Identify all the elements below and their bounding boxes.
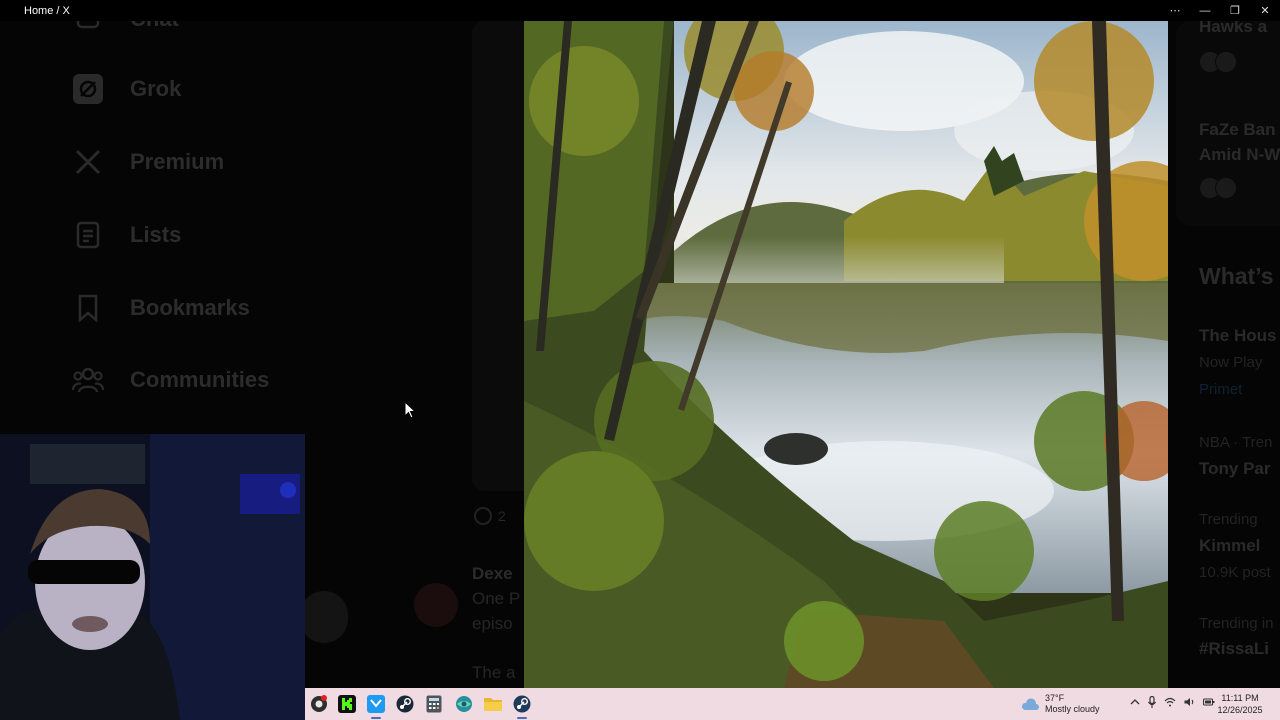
taskbar-clock[interactable]: 11:11 PM 12/26/2025 <box>1210 692 1270 716</box>
trend-category: NBA · Tren <box>1199 434 1273 451</box>
calculator-icon[interactable] <box>423 693 445 715</box>
kick-icon[interactable] <box>336 693 358 715</box>
chrome-icon[interactable] <box>308 693 330 715</box>
avatar-stack <box>1199 177 1237 199</box>
trend-title[interactable]: FaZe Ban <box>1199 120 1276 140</box>
trend-title[interactable]: Hawks a <box>1199 21 1267 37</box>
sidebar-item-label: Communities <box>130 367 270 392</box>
x-logo-icon <box>72 146 104 178</box>
minimize-button[interactable]: — <box>1190 0 1220 21</box>
trends-panel: Hawks a FaZe Ban Amid N-W What’s The Hou… <box>1176 21 1280 688</box>
weather-condition: Mostly cloudy <box>1045 704 1100 714</box>
restore-button[interactable]: ❐ <box>1220 0 1250 21</box>
sidebar-item-lists[interactable]: Lists <box>72 215 181 255</box>
trend-title[interactable]: The Hous <box>1199 326 1276 346</box>
post-author: Dexe <box>472 564 513 583</box>
trend-subtitle: Primet <box>1199 381 1243 398</box>
bookmark-icon <box>72 292 104 324</box>
sidebar-item-label: Grok <box>130 76 182 101</box>
volume-icon[interactable] <box>1184 697 1195 707</box>
weather-widget[interactable]: 37°F Mostly cloudy <box>1021 692 1100 716</box>
media-viewer-image[interactable] <box>524 21 1168 688</box>
post-button[interactable] <box>300 591 348 643</box>
list-icon <box>72 219 104 251</box>
trend-post-count: 10.9K post <box>1199 564 1271 581</box>
sidebar-item-communities[interactable]: Communities <box>72 360 269 400</box>
more-options-button[interactable]: ⋯ <box>1160 0 1190 21</box>
steam-icon[interactable] <box>394 693 416 715</box>
trend-title[interactable]: Kimmel <box>1199 536 1260 556</box>
windows-taskbar: 37°F Mostly cloudy 11:11 PM 12/26/2025 <box>305 688 1280 720</box>
trend-title[interactable]: Tony Par <box>1199 459 1270 479</box>
clock-date: 12/26/2025 <box>1217 705 1263 715</box>
trend-subtitle: Now Play <box>1199 354 1263 371</box>
sidebar-item-chat[interactable]: Chat <box>72 21 179 39</box>
sidebar-item-label: Bookmarks <box>130 295 250 320</box>
post-text-line: One P <box>472 589 521 608</box>
reply-icon[interactable] <box>474 507 492 525</box>
sidebar-item-label: Lists <box>130 222 182 247</box>
avatar-stack <box>1199 51 1237 73</box>
mouse-cursor-icon <box>404 401 416 419</box>
trend-title[interactable]: Amid N-W <box>1199 145 1280 165</box>
chat-icon <box>72 21 104 35</box>
wifi-icon[interactable] <box>1164 697 1176 707</box>
sidebar-item-premium[interactable]: Premium <box>72 142 224 182</box>
chevron-up-icon[interactable] <box>1130 698 1140 706</box>
title-bar: Home / X ⋯ — ❐ ✕ <box>0 0 1280 21</box>
post-text-line: The a <box>472 663 516 682</box>
post-text-line: episo <box>472 614 513 633</box>
window-title: Home / X <box>24 4 70 17</box>
feed-post[interactable]: Dexe One P episo The a <box>472 561 532 685</box>
microphone-icon[interactable] <box>1148 696 1156 708</box>
webcam-overlay <box>0 434 305 720</box>
close-button[interactable]: ✕ <box>1250 0 1280 21</box>
grok-icon <box>72 73 104 105</box>
avatar[interactable] <box>414 583 458 627</box>
cloud-icon <box>1021 698 1039 710</box>
sidebar-item-label: Chat <box>130 21 179 32</box>
file-explorer-icon[interactable] <box>482 693 504 715</box>
trend-title[interactable]: #RissaLi <box>1199 639 1269 659</box>
window-controls: ⋯ — ❐ ✕ <box>1160 0 1280 21</box>
communities-icon <box>72 364 104 396</box>
browser-icon[interactable] <box>453 693 475 715</box>
sidebar-item-grok[interactable]: Grok <box>72 69 181 109</box>
steam-alt-icon[interactable] <box>511 693 533 719</box>
clock-time: 11:11 PM <box>1221 693 1259 703</box>
whats-happening-heading: What’s <box>1199 263 1274 289</box>
sidebar-item-label: Premium <box>130 149 225 174</box>
dimmed-post-media-card <box>472 21 524 491</box>
sidebar-item-bookmarks[interactable]: Bookmarks <box>72 288 250 328</box>
reply-count: 2 <box>498 508 506 524</box>
weather-temp: 37°F <box>1045 693 1065 703</box>
x-twitter-icon[interactable] <box>365 693 387 719</box>
trend-category: Trending in <box>1199 615 1274 632</box>
trend-category: Trending <box>1199 511 1258 528</box>
